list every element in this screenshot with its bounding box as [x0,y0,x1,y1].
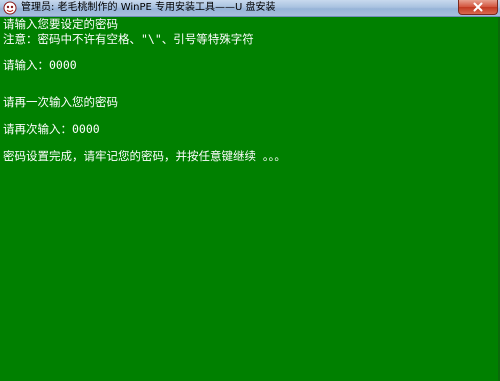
close-icon [473,2,483,12]
window-title: 管理员: 老毛桃制作的 WinPE 专用安装工具——U 盘安装 [21,2,276,13]
console-line-reenter-input: 请再次输入：0000 [3,122,100,136]
title-bar[interactable]: 管理员: 老毛桃制作的 WinPE 专用安装工具——U 盘安装 [0,0,500,17]
console-line-warning: 注意：密码中不许有空格、"\"、引号等特殊字符 [3,32,254,46]
console-output: 请输入您要设定的密码 注意：密码中不许有空格、"\"、引号等特殊字符 请输入：0… [3,17,497,379]
close-button[interactable] [458,0,498,15]
console-line-prompt: 请输入您要设定的密码 [3,17,118,31]
console-line-input: 请输入：0000 [3,58,77,72]
console-line-reenter-prompt: 请再一次输入您的密码 [3,95,118,109]
console-app-icon [3,1,17,15]
console-window: 管理员: 老毛桃制作的 WinPE 专用安装工具——U 盘安装 请输入您要设定的… [0,0,500,381]
console-line-complete: 密码设置完成，请牢记您的密码，并按任意键继续 。。。 [3,149,286,163]
